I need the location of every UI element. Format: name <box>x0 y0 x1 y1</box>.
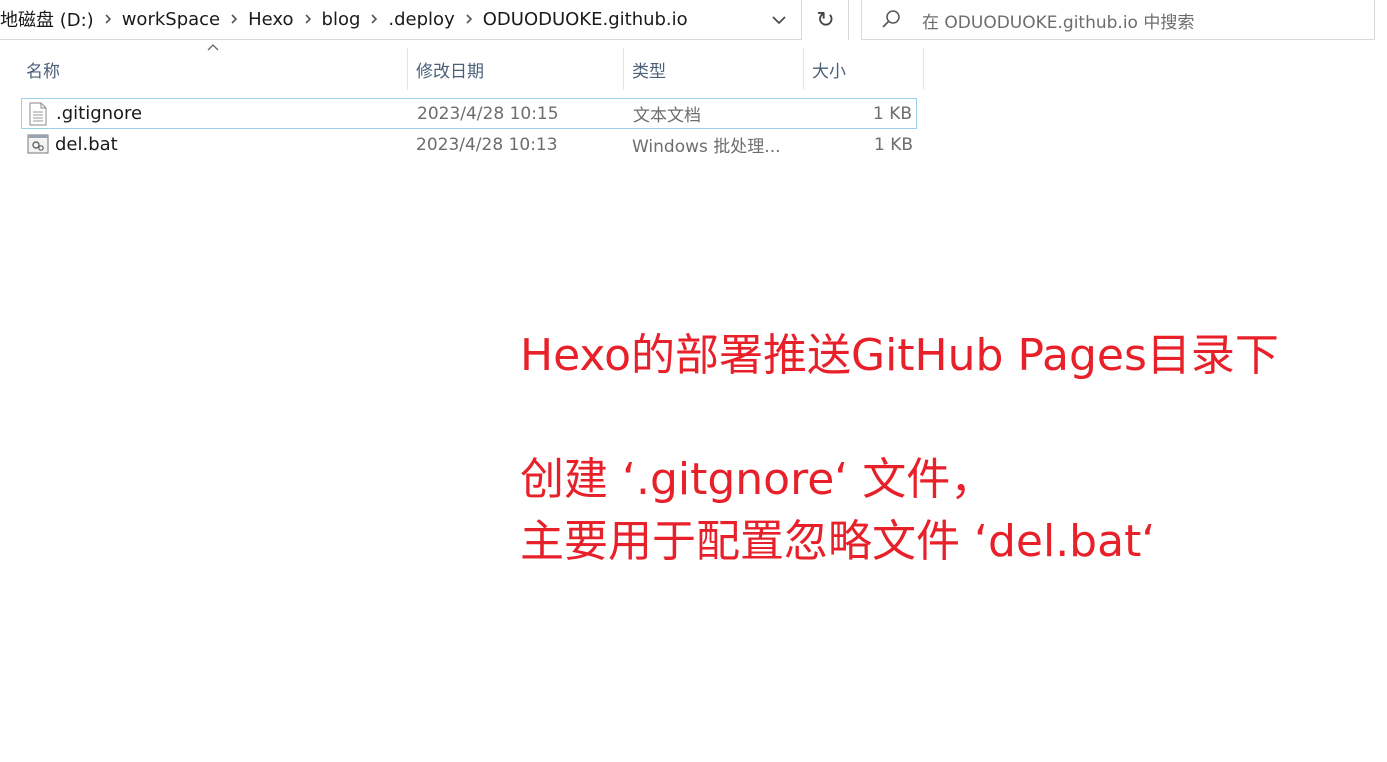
chevron-right-icon[interactable] <box>461 13 477 25</box>
refresh-button[interactable]: ↻ <box>803 0 849 40</box>
file-date: 2023/4/28 10:13 <box>416 134 558 155</box>
column-header-type-label: 类型 <box>632 61 666 82</box>
chevron-right-icon[interactable] <box>366 13 382 25</box>
annotation-line-1: Hexo的部署推送GitHub Pages目录下 <box>520 330 1279 381</box>
chevron-down-icon <box>772 16 786 25</box>
chevron-right-icon[interactable] <box>100 13 116 25</box>
batch-file-icon <box>27 134 49 154</box>
column-header-date-label: 修改日期 <box>416 61 484 82</box>
annotation-spacer <box>520 387 1380 449</box>
file-name: del.bat <box>55 134 118 155</box>
file-type: Windows 批处理... <box>632 137 781 157</box>
file-size: 1 KB <box>872 103 912 124</box>
chevron-right-icon[interactable] <box>300 13 316 25</box>
file-name: .gitignore <box>56 103 143 124</box>
annotation-line-2: 创建 ‘.gitgnore‘ 文件， <box>520 454 995 505</box>
column-header-row: 名称 修改日期 类型 大小 <box>0 48 924 90</box>
file-row-del-bat[interactable]: del.bat 2023/4/28 10:13 Windows 批处理... 1… <box>21 130 917 161</box>
search-placeholder: 在 ODUODUOKE.github.io 中搜索 <box>922 13 1195 33</box>
file-type: 文本文档 <box>633 106 701 126</box>
breadcrumb-workspace[interactable]: workSpace <box>116 9 226 30</box>
address-history-dropdown[interactable] <box>765 8 793 32</box>
file-date: 2023/4/28 10:15 <box>417 103 559 124</box>
refresh-icon: ↻ <box>816 7 835 33</box>
text-file-icon <box>29 102 47 126</box>
breadcrumb-blog[interactable]: blog <box>316 9 367 30</box>
search-input[interactable]: 在 ODUODUOKE.github.io 中搜索 <box>861 0 1375 40</box>
address-bar[interactable]: 地磁盘 (D:) workSpace Hexo blog .deploy ODU… <box>0 0 802 40</box>
breadcrumb-hexo[interactable]: Hexo <box>242 9 299 30</box>
column-header-type[interactable]: 类型 <box>624 48 804 90</box>
column-header-name-label: 名称 <box>26 61 60 82</box>
breadcrumb-current-folder[interactable]: ODUODUOKE.github.io <box>477 9 694 30</box>
annotation-text: Hexo的部署推送GitHub Pages目录下 创建 ‘.gitgnore‘ … <box>520 325 1380 573</box>
column-header-date[interactable]: 修改日期 <box>408 48 624 90</box>
breadcrumb: 地磁盘 (D:) workSpace Hexo blog .deploy ODU… <box>0 0 694 38</box>
breadcrumb-deploy[interactable]: .deploy <box>382 9 460 30</box>
column-header-name[interactable]: 名称 <box>18 48 408 90</box>
chevron-right-icon[interactable] <box>226 13 242 25</box>
file-size: 1 KB <box>873 134 913 155</box>
column-header-size-label: 大小 <box>812 61 846 82</box>
search-icon <box>882 10 900 28</box>
annotation-line-3: 主要用于配置忽略文件 ‘del.bat‘ <box>520 516 1156 567</box>
breadcrumb-drive[interactable]: 地磁盘 (D:) <box>0 6 100 32</box>
file-row-gitignore[interactable]: .gitignore 2023/4/28 10:15 文本文档 1 KB <box>21 98 917 129</box>
column-header-size[interactable]: 大小 <box>804 48 924 90</box>
